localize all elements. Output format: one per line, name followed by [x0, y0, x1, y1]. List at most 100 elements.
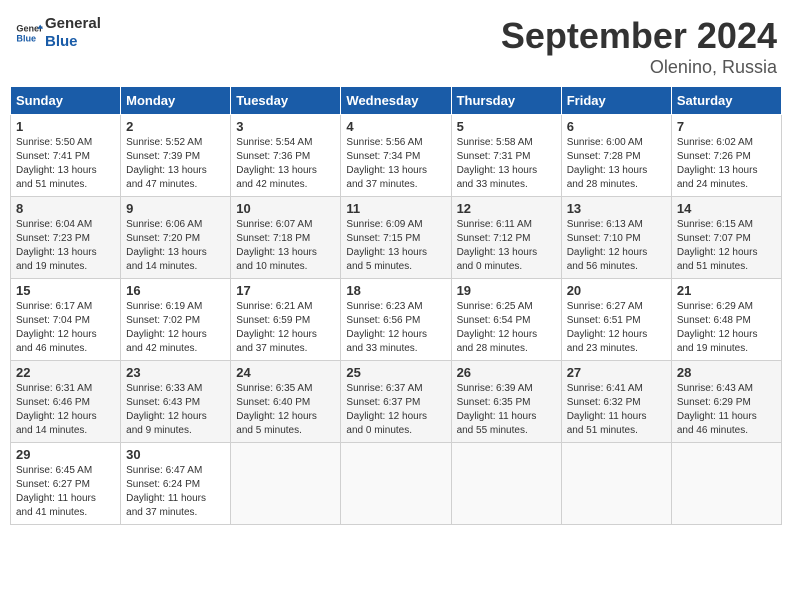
calendar-cell: 16Sunrise: 6:19 AM Sunset: 7:02 PM Dayli… [121, 279, 231, 361]
calendar-week-5: 29Sunrise: 6:45 AM Sunset: 6:27 PM Dayli… [11, 443, 782, 525]
day-number: 6 [567, 119, 666, 134]
day-number: 15 [16, 283, 115, 298]
col-header-thursday: Thursday [451, 87, 561, 115]
calendar-cell: 5 Sunrise: 5:58 AM Sunset: 7:31 PM Daylig… [451, 115, 561, 197]
day-info: Sunrise: 5:50 AM Sunset: 7:41 PM Dayligh… [16, 136, 115, 192]
day-info: Sunrise: 6:04 AM Sunset: 7:23 PM Dayligh… [16, 218, 115, 274]
logo-blue: Blue [45, 33, 101, 51]
day-number: 12 [457, 201, 556, 216]
calendar-table: SundayMondayTuesdayWednesdayThursdayFrid… [10, 86, 782, 525]
col-header-tuesday: Tuesday [231, 87, 341, 115]
calendar-cell: 7Sunrise: 6:02 AM Sunset: 7:26 PM Daylig… [671, 115, 781, 197]
day-info: Sunrise: 6:13 AM Sunset: 7:10 PM Dayligh… [567, 218, 666, 274]
day-info: Sunrise: 6:43 AM Sunset: 6:29 PM Dayligh… [677, 382, 776, 438]
calendar-cell: 12 Sunrise: 6:11 AM Sunset: 7:12 PM Dayli… [451, 197, 561, 279]
day-info: Sunrise: 6:21 AM Sunset: 6:59 PM Dayligh… [236, 300, 335, 356]
col-header-monday: Monday [121, 87, 231, 115]
calendar-cell: 23 Sunrise: 6:33 AM Sunset: 6:43 PM Dayli… [121, 361, 231, 443]
calendar-cell: 3 Sunrise: 5:54 AM Sunset: 7:36 PM Daylig… [231, 115, 341, 197]
day-number: 30 [126, 447, 225, 462]
day-info: Sunrise: 6:41 AM Sunset: 6:32 PM Dayligh… [567, 382, 666, 438]
day-number: 28 [677, 365, 776, 380]
calendar-week-1: 1Sunrise: 5:50 AM Sunset: 7:41 PM Daylig… [11, 115, 782, 197]
calendar-cell [451, 443, 561, 525]
calendar-cell: 19Sunrise: 6:25 AM Sunset: 6:54 PM Dayli… [451, 279, 561, 361]
day-number: 3 [236, 119, 335, 134]
day-info: Sunrise: 6:23 AM Sunset: 6:56 PM Dayligh… [346, 300, 445, 356]
calendar-subtitle: Olenino, Russia [501, 57, 777, 78]
calendar-cell: 14 Sunrise: 6:15 AM Sunset: 7:07 PM Dayli… [671, 197, 781, 279]
day-info: Sunrise: 6:33 AM Sunset: 6:43 PM Dayligh… [126, 382, 225, 438]
calendar-cell: 26 Sunrise: 6:39 AM Sunset: 6:35 PM Dayli… [451, 361, 561, 443]
day-number: 24 [236, 365, 335, 380]
calendar-cell: 1Sunrise: 5:50 AM Sunset: 7:41 PM Daylig… [11, 115, 121, 197]
calendar-cell: 2Sunrise: 5:52 AM Sunset: 7:39 PM Daylig… [121, 115, 231, 197]
day-number: 8 [16, 201, 115, 216]
col-header-friday: Friday [561, 87, 671, 115]
calendar-title: September 2024 [501, 15, 777, 57]
day-number: 17 [236, 283, 335, 298]
day-info: Sunrise: 6:00 AM Sunset: 7:28 PM Dayligh… [567, 136, 666, 192]
day-info: Sunrise: 6:07 AM Sunset: 7:18 PM Dayligh… [236, 218, 335, 274]
calendar-week-4: 22Sunrise: 6:31 AM Sunset: 6:46 PM Dayli… [11, 361, 782, 443]
day-info: Sunrise: 6:15 AM Sunset: 7:07 PM Dayligh… [677, 218, 776, 274]
day-number: 11 [346, 201, 445, 216]
day-number: 25 [346, 365, 445, 380]
calendar-header-row: SundayMondayTuesdayWednesdayThursdayFrid… [11, 87, 782, 115]
day-number: 2 [126, 119, 225, 134]
day-info: Sunrise: 5:56 AM Sunset: 7:34 PM Dayligh… [346, 136, 445, 192]
day-number: 13 [567, 201, 666, 216]
calendar-cell [671, 443, 781, 525]
calendar-week-3: 15 Sunrise: 6:17 AM Sunset: 7:04 PM Dayli… [11, 279, 782, 361]
calendar-cell: 8 Sunrise: 6:04 AM Sunset: 7:23 PM Daylig… [11, 197, 121, 279]
day-info: Sunrise: 6:09 AM Sunset: 7:15 PM Dayligh… [346, 218, 445, 274]
day-info: Sunrise: 6:11 AM Sunset: 7:12 PM Dayligh… [457, 218, 556, 274]
day-info: Sunrise: 6:39 AM Sunset: 6:35 PM Dayligh… [457, 382, 556, 438]
logo: General Blue General Blue [15, 15, 101, 51]
day-info: Sunrise: 6:35 AM Sunset: 6:40 PM Dayligh… [236, 382, 335, 438]
calendar-cell: 18 Sunrise: 6:23 AM Sunset: 6:56 PM Dayli… [341, 279, 451, 361]
calendar-cell: 4Sunrise: 5:56 AM Sunset: 7:34 PM Daylig… [341, 115, 451, 197]
calendar-cell: 24 Sunrise: 6:35 AM Sunset: 6:40 PM Dayli… [231, 361, 341, 443]
day-number: 18 [346, 283, 445, 298]
calendar-cell [561, 443, 671, 525]
day-number: 26 [457, 365, 556, 380]
day-info: Sunrise: 6:17 AM Sunset: 7:04 PM Dayligh… [16, 300, 115, 356]
calendar-week-2: 8 Sunrise: 6:04 AM Sunset: 7:23 PM Daylig… [11, 197, 782, 279]
day-info: Sunrise: 6:27 AM Sunset: 6:51 PM Dayligh… [567, 300, 666, 356]
logo-icon: General Blue [15, 19, 43, 47]
title-block: September 2024 Olenino, Russia [501, 15, 777, 78]
calendar-cell: 6 Sunrise: 6:00 AM Sunset: 7:28 PM Daylig… [561, 115, 671, 197]
day-number: 9 [126, 201, 225, 216]
day-info: Sunrise: 5:54 AM Sunset: 7:36 PM Dayligh… [236, 136, 335, 192]
day-info: Sunrise: 6:31 AM Sunset: 6:46 PM Dayligh… [16, 382, 115, 438]
calendar-cell: 20 Sunrise: 6:27 AM Sunset: 6:51 PM Dayli… [561, 279, 671, 361]
day-number: 29 [16, 447, 115, 462]
calendar-cell: 11 Sunrise: 6:09 AM Sunset: 7:15 PM Dayli… [341, 197, 451, 279]
day-number: 19 [457, 283, 556, 298]
day-number: 5 [457, 119, 556, 134]
calendar-cell: 27 Sunrise: 6:41 AM Sunset: 6:32 PM Dayli… [561, 361, 671, 443]
calendar-cell [231, 443, 341, 525]
col-header-sunday: Sunday [11, 87, 121, 115]
calendar-cell: 13 Sunrise: 6:13 AM Sunset: 7:10 PM Dayli… [561, 197, 671, 279]
col-header-saturday: Saturday [671, 87, 781, 115]
calendar-cell: 21 Sunrise: 6:29 AM Sunset: 6:48 PM Dayli… [671, 279, 781, 361]
day-number: 7 [677, 119, 776, 134]
day-number: 21 [677, 283, 776, 298]
day-info: Sunrise: 6:06 AM Sunset: 7:20 PM Dayligh… [126, 218, 225, 274]
svg-text:Blue: Blue [16, 33, 36, 43]
day-number: 20 [567, 283, 666, 298]
calendar-cell: 25Sunrise: 6:37 AM Sunset: 6:37 PM Dayli… [341, 361, 451, 443]
page-header: General Blue General Blue September 2024… [10, 10, 782, 78]
calendar-cell: 10 Sunrise: 6:07 AM Sunset: 7:18 PM Dayli… [231, 197, 341, 279]
day-info: Sunrise: 5:58 AM Sunset: 7:31 PM Dayligh… [457, 136, 556, 192]
day-number: 23 [126, 365, 225, 380]
day-info: Sunrise: 6:19 AM Sunset: 7:02 PM Dayligh… [126, 300, 225, 356]
day-number: 10 [236, 201, 335, 216]
day-info: Sunrise: 6:29 AM Sunset: 6:48 PM Dayligh… [677, 300, 776, 356]
calendar-cell [341, 443, 451, 525]
day-number: 27 [567, 365, 666, 380]
day-info: Sunrise: 6:47 AM Sunset: 6:24 PM Dayligh… [126, 464, 225, 520]
day-number: 14 [677, 201, 776, 216]
